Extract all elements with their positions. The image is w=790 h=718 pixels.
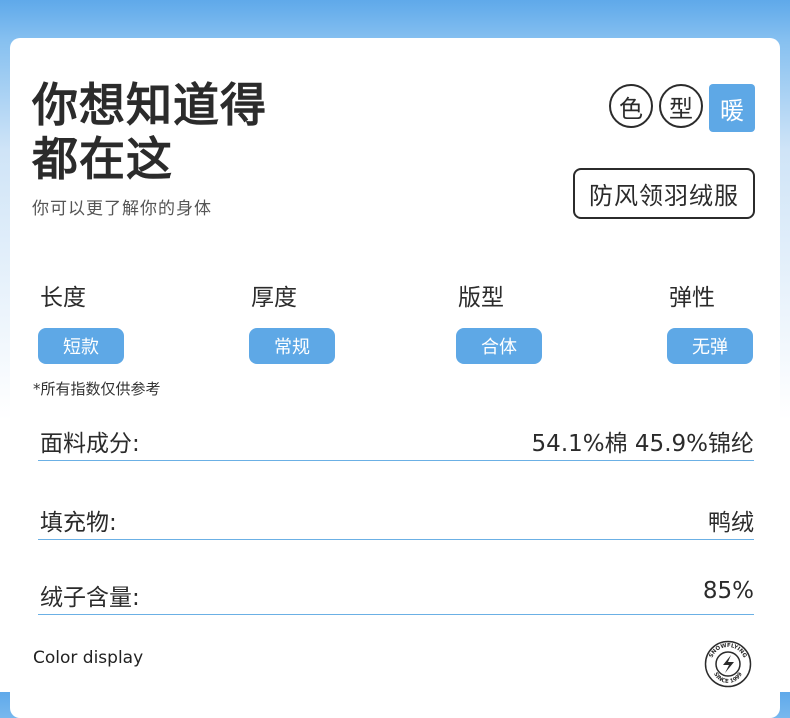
spec-key: 绒子含量: [40, 585, 140, 611]
page-title: 你想知道得 都在这 [32, 78, 267, 186]
attribute-elasticity: 弹性 无弹 [667, 278, 753, 364]
attribute-grid: 长度 短款 厚度 常规 版型 合体 弹性 无弹 [38, 278, 753, 368]
attribute-label: 弹性 [669, 285, 715, 311]
tag-warmth[interactable]: 暖 [709, 84, 755, 132]
spec-value: 54.1%棉 45.9%锦纶 [531, 431, 754, 457]
tag-color[interactable]: 色 [609, 84, 653, 128]
page-subtitle: 你可以更了解你的身体 [32, 199, 212, 219]
spec-value: 鸭绒 [708, 510, 754, 536]
attribute-label: 厚度 [251, 285, 297, 311]
attribute-value-pill: 常规 [249, 328, 335, 364]
feature-tags: 色 型 暖 [609, 84, 755, 132]
spec-row-filling: 填充物: 鸭绒 [38, 503, 754, 540]
color-display-heading: Color display [33, 648, 144, 668]
spec-row-fabric: 面料成分: 54.1%棉 45.9%锦纶 [38, 424, 754, 461]
tag-fit[interactable]: 型 [659, 84, 703, 128]
title-line-2: 都在这 [32, 132, 173, 186]
attribute-thickness: 厚度 常规 [249, 278, 335, 364]
spec-row-down-content: 绒子含量: 85% [38, 578, 754, 615]
attribute-label: 版型 [458, 285, 504, 311]
spec-value: 85% [702, 578, 754, 604]
attribute-value-pill: 无弹 [667, 328, 753, 364]
attribute-fit: 版型 合体 [456, 278, 542, 364]
attribute-value-pill: 合体 [456, 328, 542, 364]
brand-logo-icon: SNOWFLYING SINCE 1999 [704, 640, 752, 688]
spec-key: 填充物: [40, 510, 117, 536]
product-name-badge: 防风领羽绒服 [573, 168, 755, 219]
attribute-length: 长度 短款 [38, 278, 124, 364]
spec-key: 面料成分: [40, 431, 140, 457]
title-line-1: 你想知道得 [32, 78, 267, 132]
attribute-value-pill: 短款 [38, 328, 124, 364]
disclaimer-note: *所有指数仅供参考 [33, 380, 161, 398]
attribute-label: 长度 [40, 285, 86, 311]
